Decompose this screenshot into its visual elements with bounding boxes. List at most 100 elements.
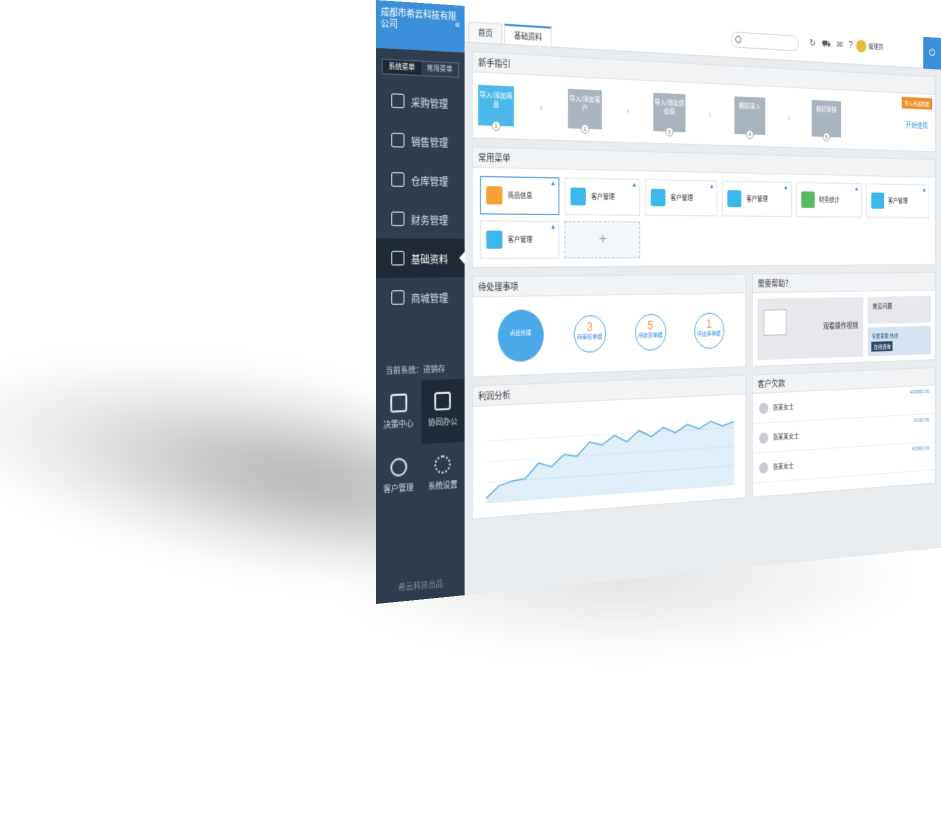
shortcut-icon xyxy=(801,191,815,209)
shortcut-item[interactable]: 客户管理 ▲ xyxy=(479,220,560,259)
avatar xyxy=(759,461,769,474)
sidebar-item-purchase[interactable]: 采购管理 xyxy=(376,80,465,123)
shortcut-item[interactable]: 客户管理 ▲ xyxy=(866,183,930,219)
sidebar: 成都市希云科技有限公司 « 系统菜单 常用菜单 采购管理 销售管理 仓库管理 财… xyxy=(376,0,465,604)
avatar xyxy=(759,402,769,414)
row-profit-clients: 利润分析 客户欠款 张某女士 ¥20000.00 张某某女士 ¥100.00 张某女… xyxy=(471,367,936,528)
add-shortcut-button[interactable]: + xyxy=(564,221,641,259)
guide-step[interactable]: 期初录入 4 xyxy=(734,96,766,140)
toolbar-icons: ↻ ⛟ ✉ ? xyxy=(810,38,853,53)
client-name: 张某女士 xyxy=(772,462,794,471)
help-title: 需要帮助？ xyxy=(753,272,935,294)
clipboard-icon xyxy=(391,132,405,148)
tab-basic-data[interactable]: 基础资料 xyxy=(504,23,552,47)
user-menu[interactable]: 管理员 xyxy=(856,39,884,54)
document-icon xyxy=(434,391,452,411)
collapse-icon[interactable]: « xyxy=(455,20,460,32)
shortcut-label: 客户管理 xyxy=(670,194,693,202)
pin-icon[interactable]: ▲ xyxy=(783,185,788,192)
step-number: 2 xyxy=(580,123,590,134)
shortcut-label: 客户管理 xyxy=(507,236,533,244)
online-consult-button[interactable]: 在线咨询 xyxy=(871,341,893,352)
step-number: 3 xyxy=(665,126,674,137)
shortcut-label: 商品信息 xyxy=(507,192,533,200)
video-card[interactable]: 观看操作视频 xyxy=(757,296,864,361)
truck-icon xyxy=(391,93,405,109)
sidebar-item-label: 财务管理 xyxy=(411,215,449,227)
sidebar-item-warehouse[interactable]: 仓库管理 xyxy=(376,159,465,200)
warehouse-icon xyxy=(391,172,405,187)
todo-label: 待收货单据 xyxy=(638,332,663,340)
pin-icon[interactable]: ▲ xyxy=(550,180,556,187)
app-customer[interactable]: 客户管理 xyxy=(376,444,421,511)
user-name: 管理员 xyxy=(868,43,884,52)
sidebar-item-mall[interactable]: 商城管理 xyxy=(376,277,465,317)
step-number: 4 xyxy=(746,129,754,140)
shortcut-icon xyxy=(871,192,884,209)
user-icon xyxy=(391,250,405,266)
sidebar-item-label: 销售管理 xyxy=(411,136,449,150)
pin-icon[interactable]: ▲ xyxy=(709,183,714,190)
app-decision-center[interactable]: 决策中心 xyxy=(376,380,421,446)
shortcut-label: 客户管理 xyxy=(888,198,908,205)
mail-icon[interactable]: ✉ xyxy=(837,40,843,52)
power-icon[interactable]: ⏻ xyxy=(923,36,941,70)
step-label: 导入/添加供应商 xyxy=(654,99,685,116)
sidebar-item-finance[interactable]: 财务管理 xyxy=(376,199,465,239)
shortcut-item[interactable]: 财务统计 ▲ xyxy=(795,182,862,218)
avatar xyxy=(856,39,867,53)
help-icon[interactable]: ? xyxy=(849,41,853,53)
client-name: 张某某女士 xyxy=(772,432,800,441)
shortcut-item[interactable]: 客户管理 ▲ xyxy=(564,177,641,216)
switch-system-menu[interactable]: 系统菜单 xyxy=(382,59,421,76)
todo-label: 待出库单据 xyxy=(697,331,721,338)
shortcut-item[interactable]: 商品信息 ▲ xyxy=(479,175,560,216)
shortcut-label: 客户管理 xyxy=(746,196,768,203)
profit-chart-svg xyxy=(476,398,742,514)
menu-switch: 系统菜单 常用菜单 xyxy=(381,58,460,78)
guide-step[interactable]: 期初审核 5 xyxy=(811,99,842,142)
pin-icon[interactable]: ▲ xyxy=(631,182,637,189)
avatar xyxy=(759,431,769,444)
todo-panel: 待处理事项 点此处理 3 待审核单据 5 待收货单据 1 待出库单据 xyxy=(471,273,747,378)
pin-icon[interactable]: ▲ xyxy=(922,187,927,193)
todo-item-receive[interactable]: 5 待收货单据 xyxy=(634,313,666,352)
search-input[interactable] xyxy=(730,31,800,52)
pin-icon[interactable]: ▲ xyxy=(854,186,859,192)
list-icon xyxy=(391,290,405,305)
import-button[interactable]: 导入商品数据 xyxy=(901,96,933,110)
sidebar-item-basic-data[interactable]: 基础资料 xyxy=(376,238,465,279)
todo-item-audit[interactable]: 3 待审核单据 xyxy=(573,314,606,354)
help-panel: 需要帮助？ 观看操作视频 常见问题 专属客服 热线 在线咨询 xyxy=(752,271,936,367)
tab-home[interactable]: 首页 xyxy=(468,21,503,44)
todo-count: 3 xyxy=(586,320,593,334)
shortcut-icon xyxy=(570,187,586,206)
service-card[interactable]: 专属客服 热线 在线咨询 xyxy=(868,325,931,357)
guide-step[interactable]: 导入/添加商品 1 xyxy=(478,84,514,132)
todo-count: 1 xyxy=(706,317,712,331)
app-collaboration[interactable]: 协同办公 xyxy=(420,378,465,445)
cart-icon[interactable]: ⛟ xyxy=(822,39,831,51)
refresh-icon[interactable]: ↻ xyxy=(810,38,816,50)
monitor-icon xyxy=(763,309,787,336)
guide-step[interactable]: 导入/添加供应商 3 xyxy=(653,92,686,137)
switch-common-menu[interactable]: 常用菜单 xyxy=(421,62,458,77)
client-amount: ¥2000.00 xyxy=(912,445,930,453)
shortcut-item[interactable]: 客户管理 ▲ xyxy=(645,179,718,217)
dashboard: 新手指引 导入商品数据 导入/添加商品 1 › 导入/添加客户 2 › 导入/添加供… xyxy=(465,43,941,596)
todo-item-ship[interactable]: 1 待出库单据 xyxy=(694,312,724,350)
pin-icon[interactable]: ▲ xyxy=(550,224,556,231)
sidebar-item-sales[interactable]: 销售管理 xyxy=(376,120,465,162)
guide-step[interactable]: 导入/添加客户 2 xyxy=(567,88,602,134)
shortcut-item[interactable]: 客户管理 ▲ xyxy=(722,180,792,217)
company-name: 成都市希云科技有限公司 xyxy=(380,6,457,30)
faq-card[interactable]: 常见问题 xyxy=(868,295,931,324)
client-name: 张某女士 xyxy=(772,403,794,412)
clients-list: 张某女士 ¥20000.00 张某某女士 ¥100.00 张某女士 ¥2000.00 xyxy=(753,385,935,497)
process-button[interactable]: 点此处理 xyxy=(497,309,544,363)
chevron-right-icon: › xyxy=(626,104,630,118)
app-settings[interactable]: 系统设置 xyxy=(421,442,465,508)
start-button[interactable]: 开始使用 xyxy=(906,120,928,131)
sidebar-item-label: 采购管理 xyxy=(411,97,449,111)
step-label: 期初审核 xyxy=(816,106,837,114)
